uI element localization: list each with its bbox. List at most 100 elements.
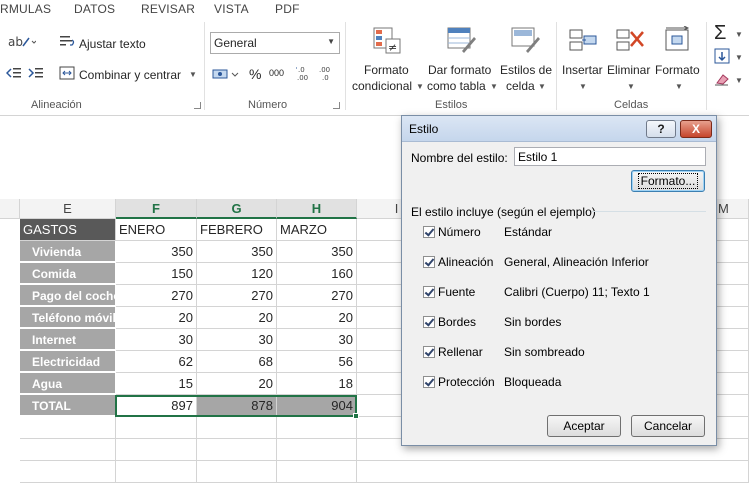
cell-value[interactable]: 56 (277, 351, 357, 373)
cell-empty[interactable] (197, 461, 277, 483)
column-header-g[interactable]: G (197, 199, 277, 219)
conditional-format-label-2[interactable]: condicional (352, 79, 412, 93)
cell-febrero-header[interactable]: FEBRERO (197, 219, 277, 241)
decrease-indent-icon[interactable] (5, 66, 22, 83)
chevron-down-icon[interactable]: ▼ (490, 82, 498, 91)
cell-value[interactable]: 68 (197, 351, 277, 373)
column-header-h[interactable]: H (277, 199, 357, 219)
chevron-down-icon[interactable]: ▼ (538, 82, 546, 91)
select-all-corner[interactable] (0, 199, 20, 219)
chevron-down-icon[interactable]: ▼ (579, 82, 587, 91)
cell-value[interactable]: 20 (197, 307, 277, 329)
cell-value[interactable]: 270 (277, 285, 357, 307)
checkbox-alineacion[interactable] (423, 256, 435, 268)
decrease-decimal-icon[interactable]: .00.0 (318, 64, 336, 85)
cell-value[interactable]: 20 (197, 373, 277, 395)
cell-empty[interactable] (197, 439, 277, 461)
insert-cells-button[interactable]: Insertar (562, 63, 603, 77)
cell-empty[interactable] (357, 461, 749, 483)
tab-revisar[interactable]: REVISAR (141, 2, 195, 16)
autosum-icon[interactable]: Σ (714, 22, 726, 45)
cell-value[interactable]: 20 (116, 307, 197, 329)
insert-cells-icon[interactable] (568, 26, 598, 59)
checkbox-bordes[interactable] (423, 316, 435, 328)
close-button[interactable]: X (680, 120, 712, 138)
cell-total-label[interactable]: TOTAL (20, 395, 116, 417)
cell-value[interactable]: 30 (116, 329, 197, 351)
cell-empty[interactable] (277, 461, 357, 483)
cancel-button[interactable]: Cancelar (631, 415, 705, 437)
column-header-e[interactable]: E (20, 199, 116, 219)
format-as-table-label-1[interactable]: Dar formato (428, 63, 491, 77)
cell-category[interactable]: Agua (20, 373, 116, 395)
style-name-input[interactable] (515, 148, 705, 165)
format-button[interactable]: Formato... (631, 170, 705, 192)
cell-styles-label-2[interactable]: celda (506, 79, 535, 93)
chevron-down-icon[interactable]: ▼ (189, 70, 197, 79)
format-cells-button[interactable]: Formato (655, 63, 700, 77)
wrap-text-button[interactable]: Ajustar texto (79, 37, 146, 51)
cell-total-value[interactable]: 897 (116, 395, 197, 417)
cell-category[interactable]: Pago del coche (20, 285, 116, 307)
cell-value[interactable]: 350 (197, 241, 277, 263)
chevron-down-icon[interactable]: ▼ (735, 30, 743, 39)
cell-empty[interactable] (20, 461, 116, 483)
format-as-table-label-2[interactable]: como tabla (427, 79, 486, 93)
cell-empty[interactable] (20, 417, 116, 439)
cell-styles-icon[interactable] (510, 25, 542, 58)
cell-total-value[interactable]: 878 (197, 395, 277, 417)
checkbox-fuente[interactable] (423, 286, 435, 298)
chevron-down-icon[interactable]: ▼ (416, 82, 424, 91)
delete-cells-icon[interactable] (615, 26, 645, 59)
help-button[interactable]: ? (646, 120, 676, 138)
cell-category[interactable]: Electricidad (20, 351, 116, 373)
cell-category[interactable]: Vivienda (20, 241, 116, 263)
number-format-select[interactable]: General ▼ (210, 32, 340, 54)
conditional-format-icon[interactable]: ≠ (372, 25, 402, 58)
cell-category[interactable]: Comida (20, 263, 116, 285)
tab-formulas[interactable]: RMULAS (0, 2, 51, 16)
cell-value[interactable]: 18 (277, 373, 357, 395)
cell-gastos-header[interactable]: GASTOS (20, 219, 116, 241)
cell-value[interactable]: 62 (116, 351, 197, 373)
cell-category[interactable]: Teléfono móvil (20, 307, 116, 329)
cell-category[interactable]: Internet (20, 329, 116, 351)
checkbox-proteccion[interactable] (423, 376, 435, 388)
cell-empty[interactable] (197, 417, 277, 439)
chevron-down-icon[interactable]: ▼ (735, 53, 743, 62)
cell-value[interactable]: 30 (277, 329, 357, 351)
cell-total-value[interactable]: 904 (277, 395, 357, 417)
cell-empty[interactable] (277, 417, 357, 439)
numero-launcher-icon[interactable] (333, 102, 340, 109)
checkbox-numero[interactable] (423, 226, 435, 238)
cell-empty[interactable] (116, 461, 197, 483)
tab-datos[interactable]: DATOS (74, 2, 115, 16)
accounting-format-icon[interactable] (212, 66, 242, 85)
cell-empty[interactable] (20, 439, 116, 461)
clear-icon[interactable] (714, 72, 730, 89)
conditional-format-label-1[interactable]: Formato (364, 63, 409, 77)
cell-value[interactable]: 160 (277, 263, 357, 285)
delete-cells-button[interactable]: Eliminar (607, 63, 650, 77)
cell-value[interactable]: 350 (116, 241, 197, 263)
chevron-down-icon[interactable]: ▼ (627, 82, 635, 91)
percent-style-button[interactable]: % (249, 66, 261, 82)
column-header-f[interactable]: F (116, 199, 197, 219)
cell-value[interactable]: 270 (116, 285, 197, 307)
cell-value[interactable]: 350 (277, 241, 357, 263)
cell-value[interactable]: 270 (197, 285, 277, 307)
cell-value[interactable]: 150 (116, 263, 197, 285)
cell-value[interactable]: 15 (116, 373, 197, 395)
checkbox-rellenar[interactable] (423, 346, 435, 358)
format-as-table-icon[interactable] (446, 25, 478, 58)
accept-button[interactable]: Aceptar (547, 415, 621, 437)
cell-marzo-header[interactable]: MARZO (277, 219, 357, 241)
chevron-down-icon[interactable]: ▼ (675, 82, 683, 91)
cell-value[interactable]: 30 (197, 329, 277, 351)
cell-empty[interactable] (277, 439, 357, 461)
merge-center-icon[interactable] (59, 65, 75, 84)
wrap-text-icon[interactable] (59, 34, 75, 53)
cell-empty[interactable] (116, 439, 197, 461)
orientation-icon[interactable]: ab (8, 34, 37, 53)
increase-indent-icon[interactable] (28, 66, 44, 83)
